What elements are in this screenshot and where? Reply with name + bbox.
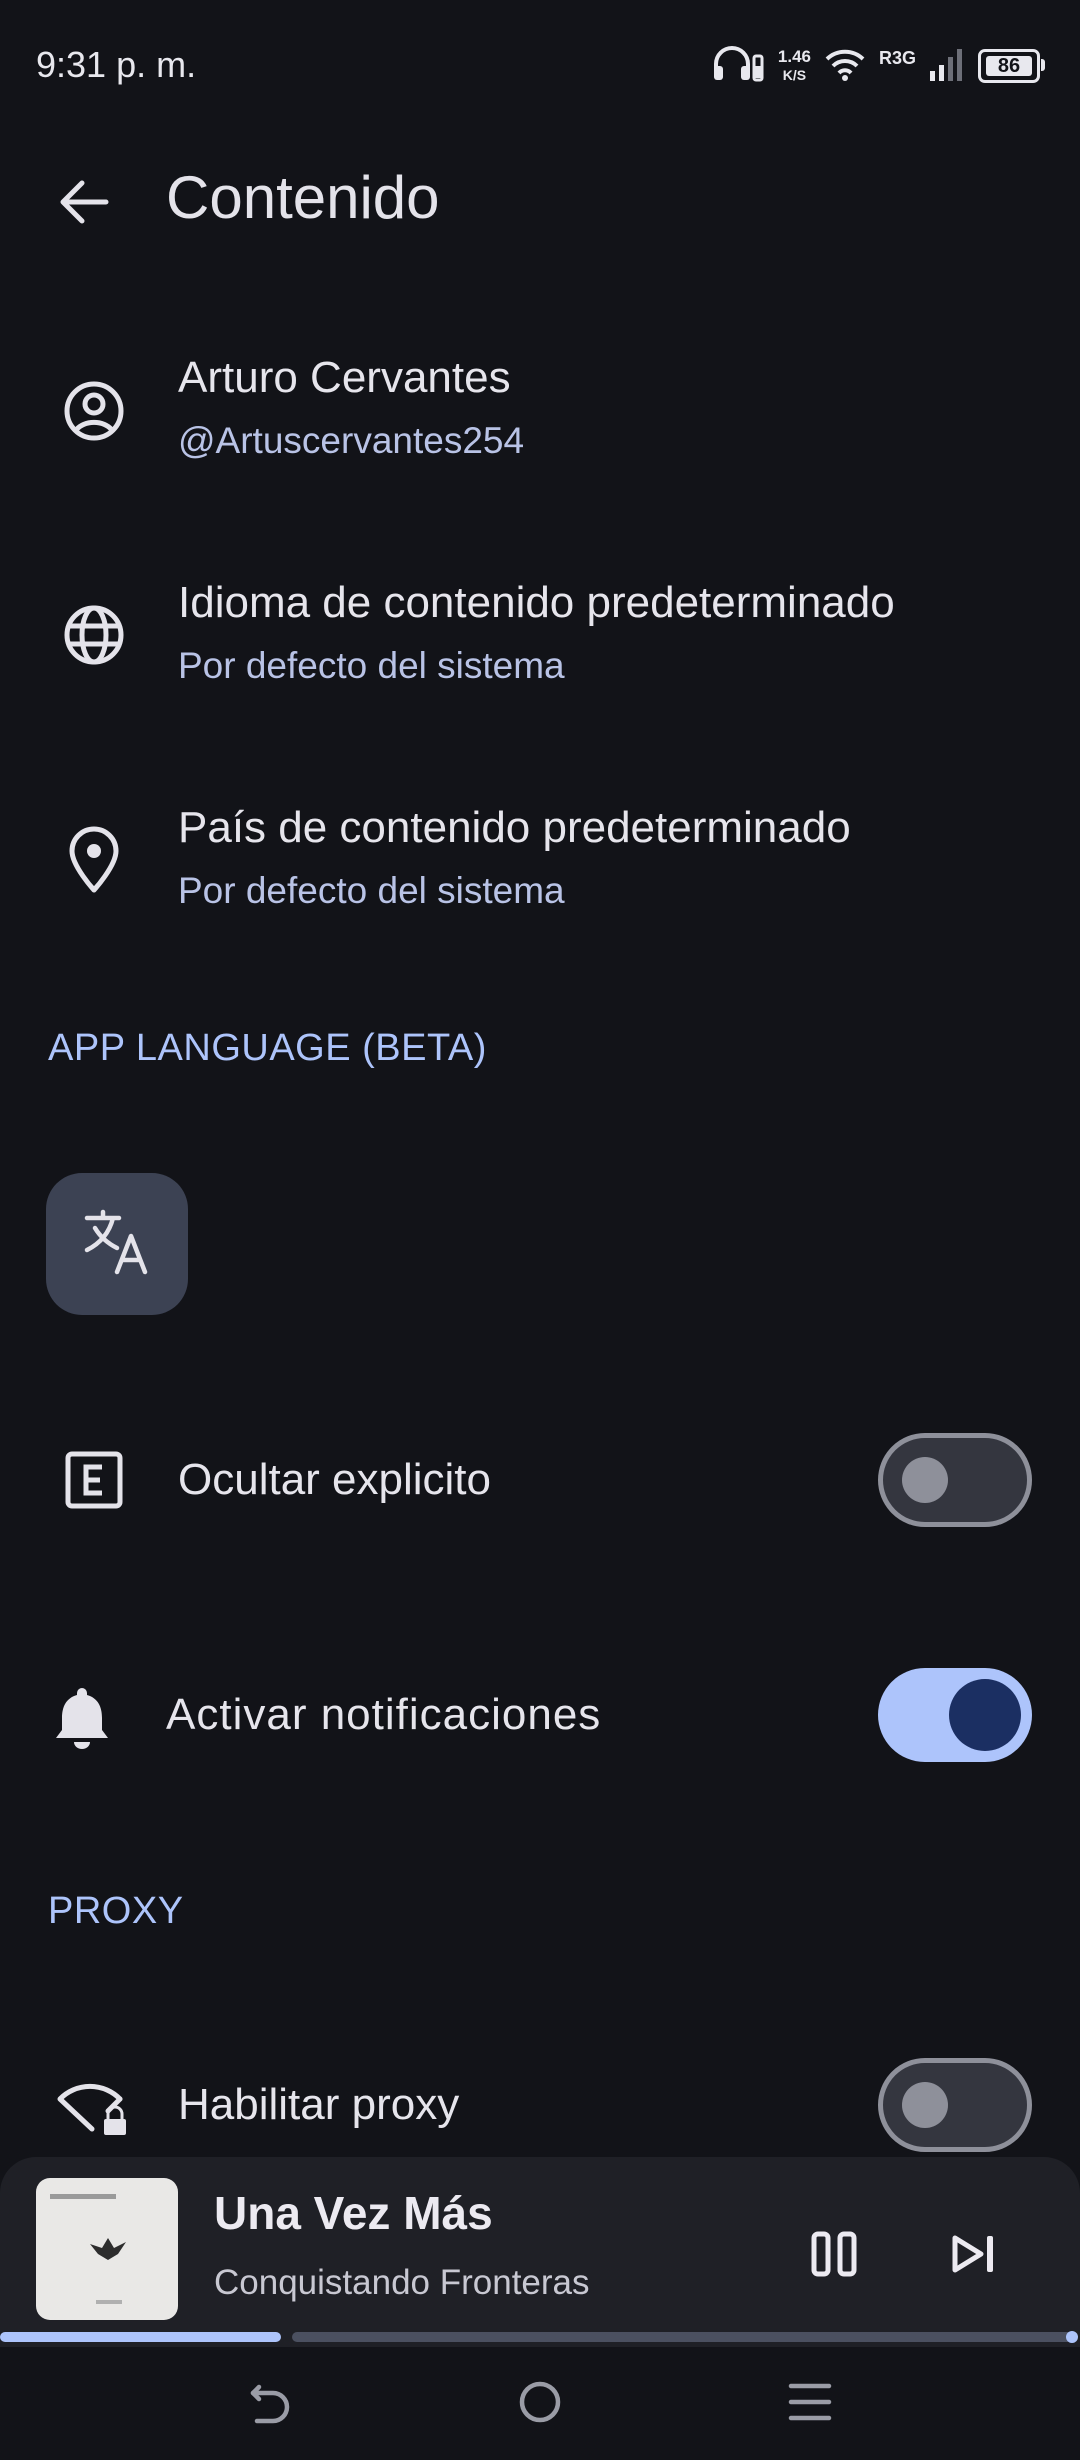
network-type: R3G xyxy=(878,47,916,68)
skip-next-button[interactable] xyxy=(930,2212,1018,2300)
content-language-row[interactable]: Idioma de contenido predeterminado Por d… xyxy=(0,560,1080,710)
status-time: 9:31 p. m. xyxy=(36,44,197,85)
hide-explicit-switch[interactable] xyxy=(878,1433,1032,1527)
network-speed: 1.46 K/S xyxy=(777,47,811,84)
nav-home-button[interactable] xyxy=(490,2362,590,2446)
nav-home-icon xyxy=(517,2379,563,2430)
bell-icon xyxy=(42,1677,122,1757)
globe-icon xyxy=(54,595,134,675)
arrow-back-icon xyxy=(58,178,110,231)
explicit-icon xyxy=(54,1440,134,1520)
pause-button[interactable] xyxy=(790,2212,878,2300)
content-country-row[interactable]: País de contenido predeterminado Por def… xyxy=(0,785,1080,935)
track-artist: Conquistando Fronteras xyxy=(214,2263,590,2302)
switch-thumb xyxy=(949,1679,1021,1751)
account-circle-icon xyxy=(54,371,134,451)
headphones-icon xyxy=(712,44,764,89)
proxy-label: Habilitar proxy xyxy=(178,2080,460,2129)
nav-back-button[interactable] xyxy=(220,2362,320,2446)
album-art-caption xyxy=(96,2300,122,2304)
switch-thumb xyxy=(902,2082,948,2128)
notifications-switch[interactable] xyxy=(878,1668,1032,1762)
notifications-label: Activar notificaciones xyxy=(166,1690,602,1739)
playback-progress-end-dot xyxy=(1066,2331,1078,2343)
app-language-button[interactable] xyxy=(46,1173,188,1315)
status-icons: 1.46 K/S R3G 86 xyxy=(712,44,1045,89)
nav-back-icon xyxy=(247,2379,293,2430)
wifi-icon xyxy=(825,47,865,86)
battery-indicator: 86 xyxy=(978,49,1045,83)
content-country-title: País de contenido predeterminado xyxy=(178,803,851,852)
section-header-app-language: APP LANGUAGE (BETA) xyxy=(48,1027,487,1069)
page-title: Contenido xyxy=(166,164,440,231)
content-language-value: Por defecto del sistema xyxy=(178,645,565,686)
section-header-proxy: PROXY xyxy=(48,1890,184,1932)
album-art-emblem xyxy=(90,2238,126,2260)
back-button[interactable] xyxy=(40,160,128,248)
nav-menu-icon xyxy=(787,2379,833,2430)
album-art-text xyxy=(50,2194,116,2199)
account-name: Arturo Cervantes xyxy=(178,353,511,402)
pause-icon xyxy=(811,2231,857,2282)
hide-explicit-label: Ocultar explicito xyxy=(178,1455,492,1504)
track-title: Una Vez Más xyxy=(214,2187,493,2239)
notifications-row[interactable]: Activar notificaciones xyxy=(0,1645,1080,1785)
location-pin-icon xyxy=(54,820,134,900)
content-language-title: Idioma de contenido predeterminado xyxy=(178,578,895,627)
signal-icon xyxy=(930,47,964,86)
album-art[interactable] xyxy=(36,2178,178,2320)
skip-next-icon xyxy=(951,2234,997,2279)
switch-thumb xyxy=(902,1457,948,1503)
proxy-switch[interactable] xyxy=(878,2058,1032,2152)
nav-menu-button[interactable] xyxy=(760,2362,860,2446)
playback-progress-track[interactable] xyxy=(292,2332,1076,2342)
content-country-value: Por defecto del sistema xyxy=(178,870,565,911)
playback-progress-fill xyxy=(0,2332,281,2342)
hide-explicit-row[interactable]: Ocultar explicito xyxy=(0,1410,1080,1550)
account-handle: @Artuscervantes254 xyxy=(178,420,525,461)
translate-icon xyxy=(81,1206,153,1283)
wifi-lock-icon xyxy=(54,2067,134,2147)
account-row[interactable]: Arturo Cervantes @Artuscervantes254 xyxy=(0,335,1080,485)
proxy-row[interactable]: Habilitar proxy xyxy=(0,2035,1080,2175)
